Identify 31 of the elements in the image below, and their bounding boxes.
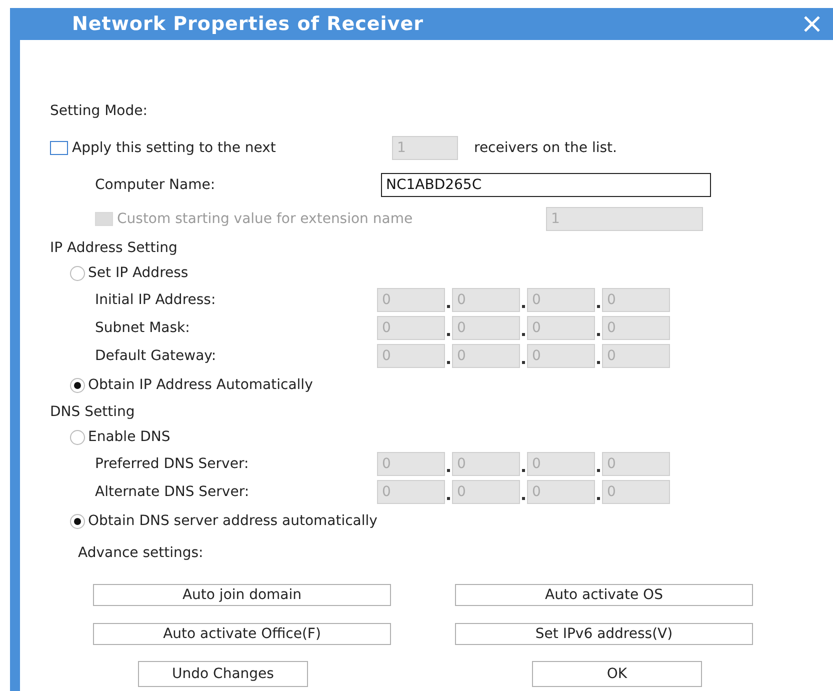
field-label: Computer Name: bbox=[95, 177, 216, 193]
close-icon bbox=[803, 15, 821, 33]
action-button[interactable]: Auto join domain bbox=[93, 584, 391, 606]
action-button[interactable]: Set IPv6 address(V) bbox=[455, 623, 753, 645]
computer-name-field[interactable]: NC1ABD265C bbox=[381, 173, 711, 197]
field-label: Initial IP Address: bbox=[95, 292, 217, 308]
checkbox-label: Custom starting value for extension name bbox=[117, 211, 414, 227]
radio-label: Enable DNS bbox=[88, 429, 170, 445]
section-label: Advance settings: bbox=[78, 545, 204, 561]
footer-button[interactable]: Undo Changes bbox=[138, 661, 308, 687]
section-heading: IP Address Setting bbox=[50, 240, 178, 256]
action-button[interactable]: Auto activate OS bbox=[455, 584, 753, 606]
radio-button[interactable] bbox=[70, 514, 85, 528]
section-label: Setting Mode: bbox=[50, 103, 148, 119]
action-button[interactable]: Auto activate Office(F) bbox=[93, 623, 391, 645]
field-label: Preferred DNS Server: bbox=[95, 456, 250, 472]
checkbox-label: Apply this setting to the next bbox=[72, 140, 277, 156]
radio-label: Set IP Address bbox=[88, 265, 188, 281]
field-label: Default Gateway: bbox=[95, 348, 218, 364]
radio-label: Obtain DNS server address automatically bbox=[88, 513, 378, 529]
footer-button[interactable]: OK bbox=[532, 661, 702, 687]
apply-checkbox[interactable] bbox=[50, 141, 68, 155]
radio-label: Obtain IP Address Automatically bbox=[88, 377, 313, 393]
radio-button[interactable] bbox=[70, 378, 85, 392]
suffix-label: receivers on the list. bbox=[474, 140, 617, 156]
field-label: Alternate DNS Server: bbox=[95, 484, 250, 500]
section-heading: DNS Setting bbox=[50, 404, 135, 420]
field-label: Subnet Mask: bbox=[95, 320, 191, 336]
radio-button[interactable] bbox=[70, 430, 85, 444]
radio-button[interactable] bbox=[70, 266, 85, 280]
window-title: Network Properties of Receiver bbox=[72, 13, 424, 35]
